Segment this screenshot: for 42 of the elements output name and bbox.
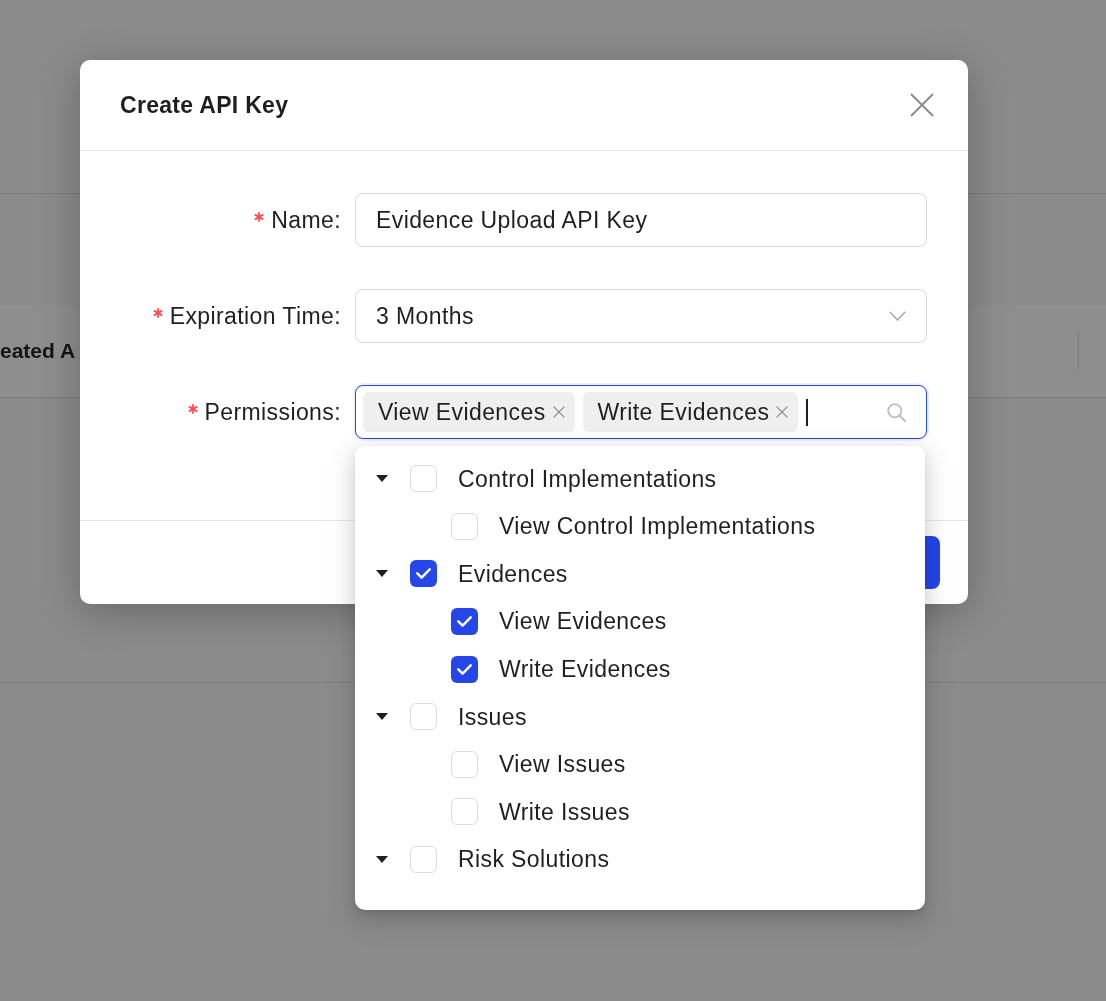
search-icon [887,402,906,422]
caret-down-icon[interactable] [376,713,388,721]
close-button[interactable] [909,92,935,118]
caret-down-icon[interactable] [376,475,388,483]
checkbox[interactable] [451,655,478,683]
permission-label[interactable]: Issues [458,699,527,734]
permission-label[interactable]: View Control Implementations [499,509,816,544]
dropdown-select[interactable]: 3 Months [355,289,927,343]
checkmark-icon [457,616,472,628]
field-label: Permissions: [204,397,341,427]
checkbox[interactable] [451,750,478,778]
permission-label[interactable]: Write Issues [499,794,630,830]
remove-icon[interactable] [776,406,789,418]
checkmark-icon [416,568,431,580]
checkbox[interactable] [451,798,478,826]
field-label: Name: [271,205,341,235]
checkbox[interactable] [410,703,437,731]
tag-label: Write Evidences [597,397,770,427]
tag-label: View Evidences [378,397,546,427]
caret-down-icon[interactable] [376,570,388,578]
permission-label[interactable]: Risk Solutions [458,842,610,877]
dialog-title: Create API Key [120,90,289,120]
permission-label[interactable]: Control Implementations [458,461,717,497]
permission-label[interactable]: View Issues [499,747,626,782]
caret-down-icon[interactable] [376,856,388,864]
column-header: eated A [0,338,76,365]
permission-label[interactable]: Evidences [458,556,568,592]
field-label: Expiration Time: [169,301,341,331]
checkbox[interactable] [451,608,478,636]
checkbox[interactable] [451,512,478,540]
checkbox[interactable] [410,560,437,588]
chevron-down-icon [889,311,906,321]
text-input[interactable]: Evidence Upload API Key [355,193,927,247]
permission-label[interactable]: View Evidences [499,604,667,639]
tag-select[interactable]: View Evidences Write Evidences [355,385,927,439]
permission-label[interactable]: Write Evidences [499,651,671,687]
primary-button[interactable] [925,536,940,589]
remove-icon[interactable] [552,406,565,418]
checkbox[interactable] [410,846,437,874]
text-cursor-icon [806,398,809,426]
checkbox[interactable] [410,465,437,493]
checkmark-icon [457,663,472,675]
